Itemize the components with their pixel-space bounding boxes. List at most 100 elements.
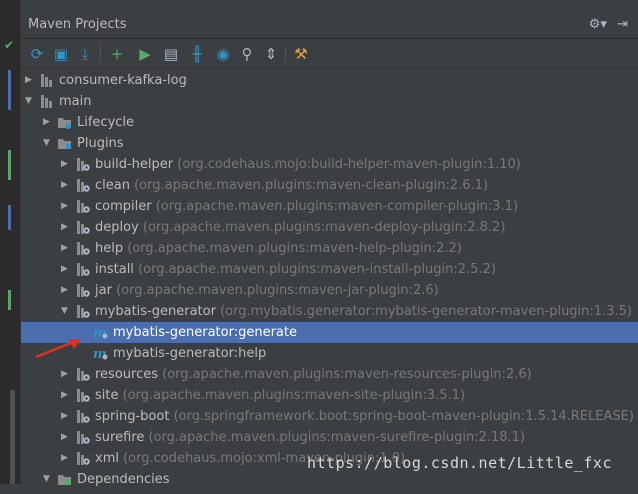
expand-arrow-icon[interactable]: ▶	[43, 112, 53, 133]
tree-row-selected[interactable]: m mybatis-generator:generate	[21, 322, 638, 343]
expand-arrow-icon[interactable]: ▶	[61, 259, 71, 280]
tree-row-label: Dependencies	[77, 472, 170, 487]
tree-row[interactable]: ▶ deploy (org.apache.maven.plugins:maven-…	[21, 217, 638, 238]
gear-icon[interactable]: ⚙▾	[589, 17, 607, 32]
expand-arrow-icon[interactable]: ▶	[61, 427, 71, 448]
settings-button[interactable]: ⚒	[291, 44, 311, 64]
tree-row-label: resources	[95, 367, 159, 382]
tree-row[interactable]: ▼ mybatis-generator (org.mybatis.generato…	[21, 301, 638, 322]
tree-row-text: site (org.apache.maven.plugins:maven-sit…	[95, 385, 465, 406]
tree-row-label: clean	[95, 178, 130, 193]
plugin-coordinates: (org.codehaus.mojo:build-helper-maven-pl…	[177, 157, 521, 172]
generate-sources-button[interactable]: ▣	[51, 44, 71, 64]
tree-row-label: surefire	[95, 430, 145, 445]
tree-row-text: install (org.apache.maven.plugins:maven-…	[95, 259, 496, 280]
tree-row-text: resources (org.apache.maven.plugins:mave…	[95, 364, 532, 385]
tree-row-text: surefire (org.apache.maven.plugins:maven…	[95, 427, 525, 448]
collapse-arrow-icon[interactable]: ▼	[25, 91, 35, 112]
tree-row-text: mybatis-generator:help	[113, 343, 266, 364]
plugin-icon	[75, 157, 90, 172]
tree-row-label: mybatis-generator	[95, 304, 216, 319]
expand-arrow-icon[interactable]: ▶	[61, 406, 71, 427]
goal-icon: m	[93, 325, 108, 341]
plugin-icon	[75, 409, 90, 424]
hide-icon[interactable]: ⇥	[617, 17, 628, 32]
plugin-coordinates: (org.springframework.boot:spring-boot-ma…	[173, 409, 634, 424]
toolbar-separator	[100, 46, 101, 62]
header-actions: ⚙▾ ⇥	[583, 17, 628, 32]
plugin-coordinates: (org.apache.maven.plugins:maven-help-plu…	[127, 241, 462, 256]
scrollbar[interactable]	[10, 390, 15, 484]
plugin-coordinates: (org.apache.maven.plugins:maven-surefire…	[148, 430, 526, 445]
collapse-all-button[interactable]: ⇕	[261, 44, 281, 64]
tree-row-text: clean (org.apache.maven.plugins:maven-cl…	[95, 175, 488, 196]
lifecycle-folder-icon	[57, 115, 72, 130]
expand-arrow-icon[interactable]: ▶	[61, 154, 71, 175]
maven-projects-tree: ▶ consumer-kafka-log ▼ main ▶ Lifecycle ▼ Plugi…	[21, 70, 638, 487]
tree-row-text: Dependencies	[77, 469, 170, 490]
run-button[interactable]: ▶	[135, 44, 155, 64]
plugin-icon	[75, 388, 90, 403]
collapse-arrow-icon[interactable]: ▼	[61, 301, 71, 322]
tree-row[interactable]: ▶ Lifecycle	[21, 112, 638, 133]
tree-row[interactable]: ▶ clean (org.apache.maven.plugins:maven-c…	[21, 175, 638, 196]
plugins-folder-icon	[57, 136, 72, 151]
collapse-arrow-icon[interactable]: ▼	[43, 469, 53, 490]
tree-row-label: jar	[95, 283, 112, 298]
tree-row-text: main	[59, 91, 91, 112]
tree-row-label: deploy	[95, 220, 139, 235]
plugin-icon	[75, 220, 90, 235]
expand-arrow-icon[interactable]: ▶	[61, 448, 71, 469]
expand-arrow-icon[interactable]: ▶	[61, 385, 71, 406]
tool-window-header: Maven Projects ⚙▾ ⇥	[21, 12, 638, 39]
download-button[interactable]: ⤓	[75, 44, 95, 64]
tree-row-label: Lifecycle	[77, 115, 135, 130]
expand-arrow-icon[interactable]: ▶	[61, 280, 71, 301]
tree-row-label: main	[59, 94, 92, 109]
tree-row-label: help	[95, 241, 124, 256]
change-marker	[8, 290, 11, 310]
add-project-button[interactable]: +	[107, 44, 127, 64]
reimport-button[interactable]: ⟳	[27, 44, 47, 64]
maven-module-icon	[39, 94, 54, 109]
plugin-icon	[75, 451, 90, 466]
show-dependencies-button[interactable]: ⚲	[237, 44, 257, 64]
tree-row[interactable]: ▼ Plugins	[21, 133, 638, 154]
tree-row[interactable]: ▶ help (org.apache.maven.plugins:maven-he…	[21, 238, 638, 259]
expand-arrow-icon[interactable]: ▶	[61, 196, 71, 217]
checkmark-icon: ✔	[4, 38, 15, 52]
expand-arrow-icon[interactable]: ▶	[25, 70, 35, 91]
expand-arrow-icon[interactable]: ▶	[61, 238, 71, 259]
execute-goal-button[interactable]: ▤	[161, 44, 181, 64]
tree-row-label: Plugins	[77, 136, 124, 151]
tree-row[interactable]: ▶ build-helper (org.codehaus.mojo:build-h…	[21, 154, 638, 175]
expand-arrow-icon[interactable]: ▶	[61, 364, 71, 385]
expand-arrow-icon[interactable]: ▶	[61, 175, 71, 196]
tree-row[interactable]: ▶ install (org.apache.maven.plugins:maven…	[21, 259, 638, 280]
tree-row[interactable]: ▶ jar (org.apache.maven.plugins:maven-jar…	[21, 280, 638, 301]
tree-row[interactable]: ▶ compiler (org.apache.maven.plugins:mave…	[21, 196, 638, 217]
tree-row[interactable]: ▶ resources (org.apache.maven.plugins:mav…	[21, 364, 638, 385]
tree-row[interactable]: ▶ consumer-kafka-log	[21, 70, 638, 91]
toggle-offline-button[interactable]: ╫	[187, 44, 207, 64]
plugin-icon	[75, 430, 90, 445]
plugin-coordinates: (org.mybatis.generator:mybatis-generator…	[220, 304, 632, 319]
change-marker	[8, 70, 11, 110]
tree-row[interactable]: ▼ Dependencies	[21, 469, 638, 490]
collapse-arrow-icon[interactable]: ▼	[43, 133, 53, 154]
tree-row-text: mybatis-generator (org.mybatis.generator…	[95, 301, 632, 322]
skip-tests-button[interactable]: ◉	[213, 44, 233, 64]
tree-row[interactable]: m mybatis-generator:help	[21, 343, 638, 364]
tree-row[interactable]: ▶ surefire (org.apache.maven.plugins:mave…	[21, 427, 638, 448]
tree-row-text: help (org.apache.maven.plugins:maven-hel…	[95, 238, 462, 259]
tree-row-text: Lifecycle	[77, 112, 134, 133]
goal-icon: m	[93, 346, 108, 362]
tree-row-text: mybatis-generator:generate	[113, 322, 297, 343]
tree-row[interactable]: ▼ main	[21, 91, 638, 112]
tree-row[interactable]: ▶ spring-boot (org.springframework.boot:s…	[21, 406, 638, 427]
expand-arrow-icon[interactable]: ▶	[61, 217, 71, 238]
plugin-coordinates: (org.apache.maven.plugins:maven-compiler…	[155, 199, 519, 214]
change-marker	[8, 150, 11, 180]
tree-row-label: compiler	[95, 199, 152, 214]
tree-row[interactable]: ▶ site (org.apache.maven.plugins:maven-si…	[21, 385, 638, 406]
